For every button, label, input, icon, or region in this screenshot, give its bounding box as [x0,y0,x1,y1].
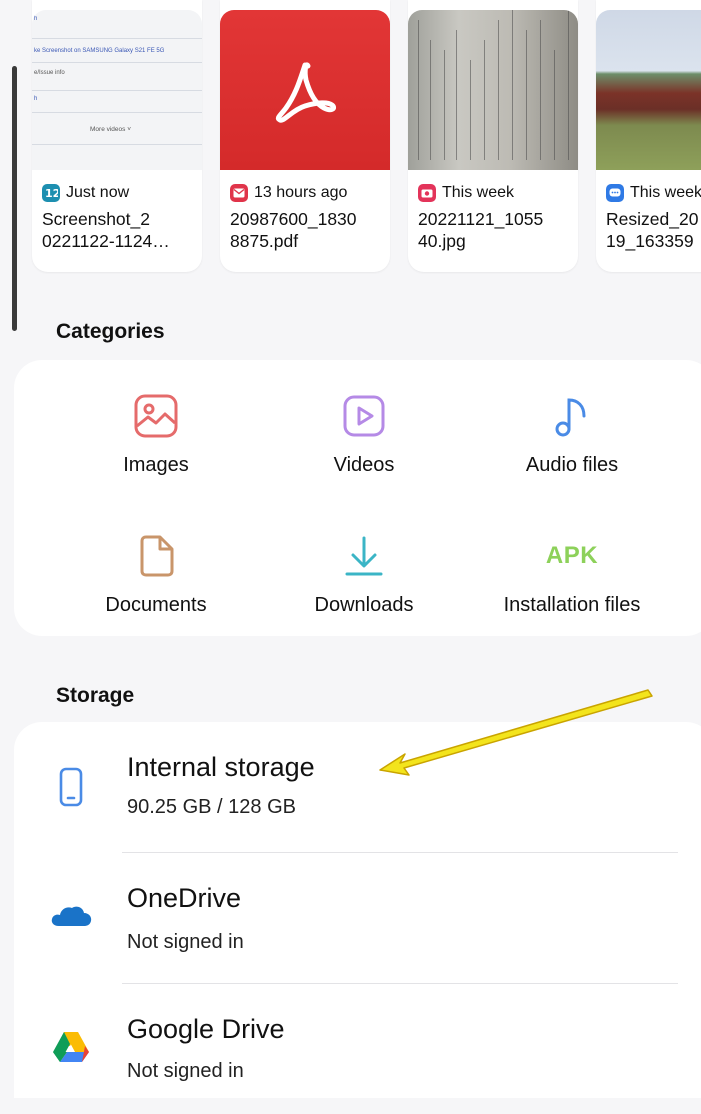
recent-files-strip[interactable]: h ke Screenshot on SAMSUNG Galaxy S21 FE… [0,0,701,290]
file-name: 20221121_1055 40.jpg [418,209,544,251]
category-installation-files[interactable]: APK Installation files [467,528,677,617]
recent-file-card[interactable]: 13 hours ago 20987600_1830 8875.pdf [220,0,390,272]
thumbnail-text: e/Issue info [34,70,65,76]
file-thumbnail [596,10,701,170]
apk-icon: APK [545,542,599,569]
images-icon [134,394,178,438]
category-label: Downloads [314,594,414,616]
thumbnail-text: ke Screenshot on SAMSUNG Galaxy S21 FE 5… [34,48,165,54]
categories-panel: Images Videos Audio files Documents Down… [14,360,701,636]
recent-file-card[interactable]: This week Resized_20 19_163359 [596,0,701,272]
category-downloads[interactable]: Downloads [259,528,469,617]
recent-file-card[interactable]: h ke Screenshot on SAMSUNG Galaxy S21 FE… [32,0,202,272]
file-time: This week [630,184,701,201]
file-name: 20987600_1830 8875.pdf [230,209,357,251]
category-audio-files[interactable]: Audio files [467,388,677,477]
phone-icon [50,766,92,808]
category-documents[interactable]: Documents [51,528,261,617]
onedrive-icon [50,895,92,937]
file-thumbnail: h ke Screenshot on SAMSUNG Galaxy S21 FE… [32,10,202,170]
file-name: Screenshot_2 0221122-1124… [42,209,170,251]
storage-title: Internal storage [127,752,315,782]
thumbnail-text: h [34,16,38,22]
category-label: Images [123,454,189,476]
file-time: Just now [66,184,130,201]
category-label: Audio files [525,454,619,476]
videos-icon [343,395,385,437]
downloads-icon [345,536,383,576]
file-name: Resized_20 19_163359 [606,209,699,251]
email-app-icon [230,184,248,202]
file-time: 13 hours ago [254,184,348,201]
categories-heading: Categories [56,320,165,343]
camera-app-icon [418,184,436,202]
svg-text:12: 12 [45,187,58,200]
category-label: Installation files [503,594,641,616]
google-drive-icon [50,1026,92,1068]
category-label: Documents [105,594,207,616]
storage-internal[interactable]: Internal storage 90.25 GB / 128 GB [14,722,701,852]
file-thumbnail [220,10,390,170]
storage-subtitle: Not signed in [127,1060,244,1082]
pdf-icon [275,62,337,123]
thumbnail-text: More videos ˅ [90,126,132,133]
storage-subtitle: Not signed in [127,931,244,953]
category-videos[interactable]: Videos [259,388,469,477]
file-time: This week [442,184,515,201]
storage-title: Google Drive [127,1014,285,1044]
storage-onedrive[interactable]: OneDrive Not signed in [14,853,701,983]
screenshot-app-icon: 12 [42,184,60,202]
recent-file-card[interactable]: This week 20221121_1055 40.jpg [408,0,578,272]
file-thumbnail [408,10,578,170]
storage-title: OneDrive [127,883,242,913]
messages-app-icon [606,184,624,202]
storage-heading: Storage [56,684,135,707]
storage-subtitle: 90.25 GB / 128 GB [127,796,296,818]
thumbnail-text: h [34,96,38,102]
documents-icon [140,535,174,577]
storage-panel: Internal storage 90.25 GB / 128 GB OneDr… [14,722,701,1098]
audio-icon [555,398,586,437]
category-images[interactable]: Images [51,388,261,477]
category-label: Videos [333,454,395,476]
storage-google-drive[interactable]: Google Drive Not signed in [14,984,701,1114]
